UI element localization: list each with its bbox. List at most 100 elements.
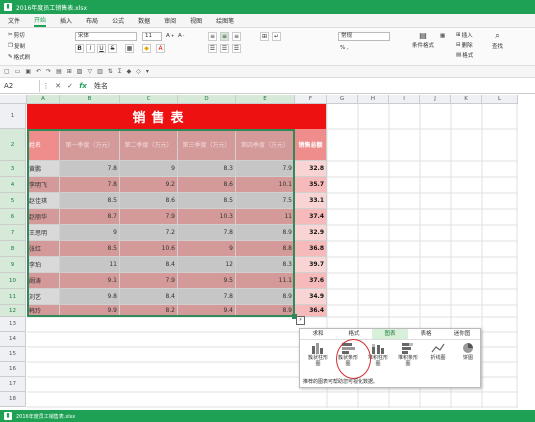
value-cell[interactable]: 9.2 (120, 177, 178, 193)
col-header-b[interactable]: B (60, 95, 120, 104)
more-options-icon[interactable]: ⋮ (40, 82, 52, 90)
value-cell[interactable]: 8.2 (120, 305, 178, 317)
undo-icon[interactable]: ↶ (36, 68, 41, 75)
fill-color-button[interactable]: ◆ (142, 44, 151, 53)
qa-tab-format[interactable]: 格式 (336, 329, 372, 339)
header-cell[interactable]: 第三季度（万元） (178, 129, 236, 161)
header-cell[interactable]: 第二季度（万元） (120, 129, 178, 161)
format-cells-button[interactable]: ▤ 格式 (456, 51, 473, 59)
row-header[interactable]: 11 (0, 289, 26, 305)
row-header[interactable]: 6 (0, 209, 26, 225)
confirm-icon[interactable]: ✓ (64, 82, 76, 90)
value-cell[interactable]: 7.9 (120, 273, 178, 289)
qa-tab-sparklines[interactable]: 迷你图 (444, 329, 480, 339)
col-header-d[interactable]: D (178, 95, 236, 104)
menu-file[interactable]: 文件 (8, 16, 20, 25)
header-cell[interactable]: 销售总额 (295, 129, 327, 161)
quick-analysis-icon[interactable]: ⚡ (296, 316, 305, 325)
value-cell[interactable]: 7.8 (60, 177, 120, 193)
name-cell[interactable]: 阚涛 (27, 273, 60, 289)
name-cell[interactable]: 李珀 (27, 257, 60, 273)
value-cell[interactable]: 9.1 (60, 273, 120, 289)
new-doc-icon[interactable]: ▢ (4, 68, 10, 75)
name-cell[interactable]: 刘艺 (27, 289, 60, 305)
save-icon[interactable]: ▣ (25, 68, 31, 75)
row-header[interactable]: 17 (0, 377, 26, 392)
header-cell[interactable]: 第四季度（万元） (236, 129, 295, 161)
col-header-j[interactable]: J (420, 95, 451, 104)
row-header[interactable]: 9 (0, 257, 26, 273)
value-cell[interactable]: 8.5 (60, 241, 120, 257)
cancel-icon[interactable]: ✕ (52, 82, 64, 90)
picture-icon[interactable]: ▧ (77, 68, 83, 75)
menu-formulas[interactable]: 公式 (112, 16, 124, 25)
value-cell[interactable]: 9.9 (60, 305, 120, 317)
value-cell[interactable]: 8.6 (120, 193, 178, 209)
shape-icon[interactable]: ◇ (136, 68, 141, 75)
align-center-button[interactable]: ☰ (220, 44, 229, 53)
value-cell[interactable]: 9.5 (178, 273, 236, 289)
row-header[interactable]: 8 (0, 241, 26, 257)
total-cell[interactable]: 33.1 (295, 193, 327, 209)
name-cell[interactable]: 黄鹏 (27, 161, 60, 177)
border-button[interactable]: ▦ (125, 44, 134, 53)
conditional-format-button[interactable]: ▤ 条件格式 (412, 31, 434, 49)
align-bottom-button[interactable]: ≡ (232, 32, 241, 41)
value-cell[interactable]: 12 (178, 257, 236, 273)
menu-layout[interactable]: 布局 (86, 16, 98, 25)
row-header[interactable]: 10 (0, 273, 26, 289)
row-header[interactable]: 15 (0, 347, 26, 362)
menu-draw[interactable]: 绘图笔 (216, 16, 234, 25)
pie-chart-button[interactable]: 饼图 (456, 342, 480, 372)
value-cell[interactable]: 8.4 (120, 289, 178, 305)
name-cell[interactable]: 王思明 (27, 225, 60, 241)
find-button[interactable]: ⌕ 查找 (492, 31, 503, 50)
sort-icon[interactable]: ⇅ (108, 68, 113, 75)
value-cell[interactable]: 7.9 (120, 209, 178, 225)
row-header[interactable]: 4 (0, 177, 26, 193)
value-cell[interactable]: 8.7 (60, 209, 120, 225)
value-cell[interactable]: 8.8 (236, 241, 295, 257)
align-right-button[interactable]: ☰ (232, 44, 241, 53)
value-cell[interactable]: 9.4 (178, 305, 236, 317)
value-cell[interactable]: 8.5 (60, 193, 120, 209)
color-icon[interactable]: ◆ (127, 68, 132, 75)
col-header-l[interactable]: L (482, 95, 518, 104)
qa-tab-sum[interactable]: 求和 (300, 329, 336, 339)
table-style-button[interactable]: ▦ (440, 33, 445, 39)
shrink-font-button[interactable]: A- (178, 33, 184, 39)
stacked-bar-button[interactable]: 堆积条形图 (396, 342, 420, 372)
total-cell[interactable]: 32.9 (295, 225, 327, 241)
line-chart-button[interactable]: 折线图 (426, 342, 450, 372)
menu-data[interactable]: 数据 (138, 16, 150, 25)
font-name-select[interactable]: 宋体 (75, 32, 137, 41)
col-header-c[interactable]: C (120, 95, 178, 104)
row-header[interactable]: 13 (0, 317, 26, 332)
value-cell[interactable]: 7.5 (236, 193, 295, 209)
percent-button[interactable]: % , (340, 45, 349, 51)
value-cell[interactable]: 10.1 (236, 177, 295, 193)
name-cell[interactable]: 李明飞 (27, 177, 60, 193)
total-cell[interactable]: 34.9 (295, 289, 327, 305)
value-cell[interactable]: 7.8 (178, 289, 236, 305)
strikethrough-button[interactable]: S (108, 44, 117, 53)
menu-review[interactable]: 审阅 (164, 16, 176, 25)
value-cell[interactable]: 11 (236, 209, 295, 225)
header-cell[interactable]: 姓名 (27, 129, 60, 161)
cut-button[interactable]: ✂ 剪切 (8, 31, 25, 39)
value-cell[interactable]: 8.5 (178, 193, 236, 209)
name-cell[interactable]: 张红 (27, 241, 60, 257)
value-cell[interactable]: 10.6 (120, 241, 178, 257)
row-header[interactable]: 1 (0, 104, 26, 129)
col-header-g[interactable]: G (327, 95, 358, 104)
font-color-button[interactable]: A (156, 44, 165, 53)
function-icon[interactable]: fx (76, 82, 90, 90)
value-cell[interactable]: 7.2 (120, 225, 178, 241)
value-cell[interactable]: 8.3 (178, 161, 236, 177)
clustered-column-button[interactable]: 簇状柱形图 (306, 342, 330, 372)
format-painter-button[interactable]: ✎ 格式刷 (8, 53, 30, 61)
header-cell[interactable]: 第一季度（万元） (60, 129, 120, 161)
value-cell[interactable]: 8.9 (236, 225, 295, 241)
row-header[interactable]: 18 (0, 392, 26, 407)
col-header-k[interactable]: K (451, 95, 482, 104)
